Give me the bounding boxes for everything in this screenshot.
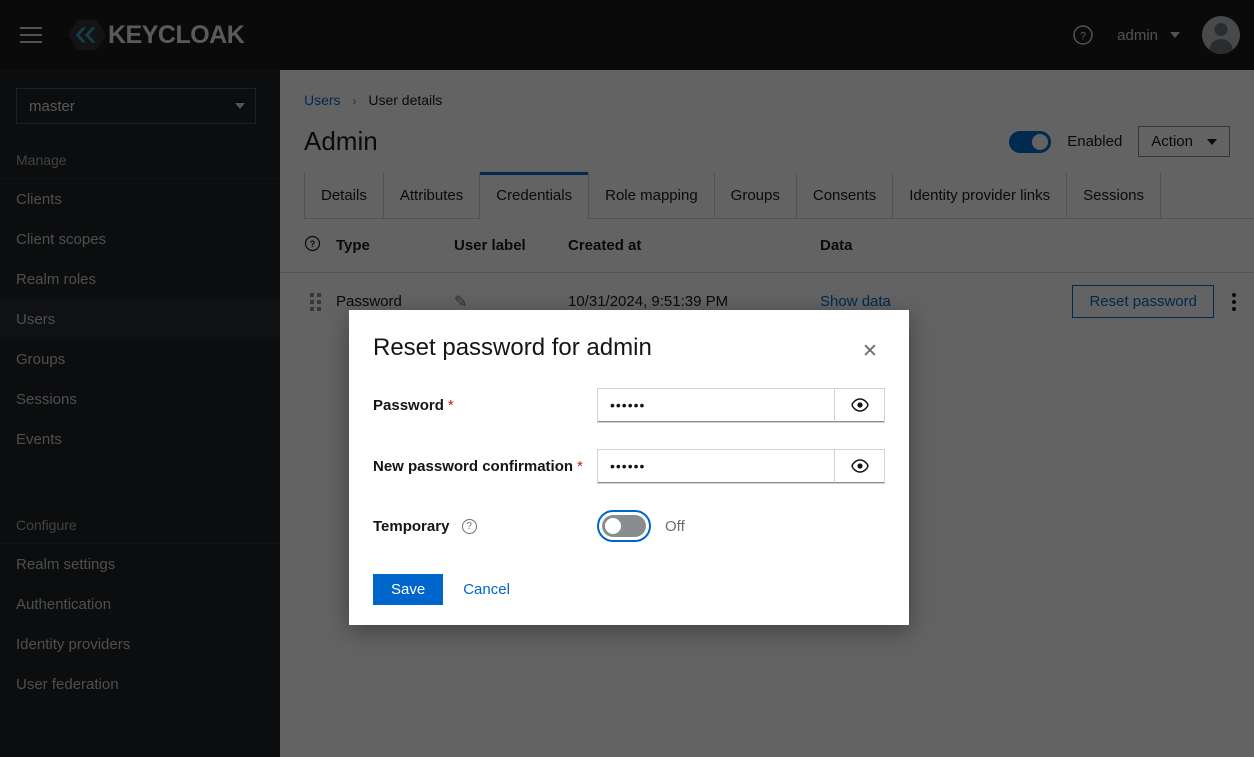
password-input[interactable]: [598, 389, 834, 422]
required-asterisk: *: [577, 458, 583, 475]
confirm-password-label-text: New password confirmation: [373, 458, 574, 475]
eye-icon[interactable]: [834, 450, 884, 483]
modal-title: Reset password for admin: [373, 334, 652, 361]
temporary-field-row: Temporary ? Off: [373, 510, 885, 542]
temporary-toggle-group: Off: [597, 510, 685, 542]
confirm-password-input-group: [597, 449, 885, 484]
eye-glyph: [850, 459, 869, 473]
temporary-label-text: Temporary: [373, 517, 450, 535]
temporary-state-label: Off: [665, 517, 685, 535]
reset-password-modal: Reset password for admin ✕ Password* New…: [349, 310, 909, 625]
temporary-toggle[interactable]: [602, 515, 646, 537]
cancel-button[interactable]: Cancel: [453, 574, 520, 605]
help-circle-icon[interactable]: ?: [461, 519, 477, 535]
modal-footer: Save Cancel: [373, 574, 885, 605]
eye-glyph: [850, 398, 869, 412]
required-asterisk: *: [447, 397, 454, 414]
password-field-row: Password *: [373, 388, 885, 423]
save-button[interactable]: Save: [373, 574, 444, 605]
close-icon[interactable]: ✕: [857, 338, 883, 364]
confirm-password-input[interactable]: [598, 450, 834, 483]
password-label-text: Password: [373, 397, 444, 414]
temporary-toggle-focus-ring: [597, 510, 651, 542]
temporary-label: Temporary ?: [373, 518, 597, 535]
toggle-knob: [605, 518, 621, 534]
confirm-password-field-row: New password confirmation *: [373, 449, 885, 484]
password-input-group: [597, 388, 885, 423]
eye-icon[interactable]: [834, 389, 884, 422]
confirm-password-label: New password confirmation *: [373, 458, 597, 475]
password-label: Password *: [373, 397, 597, 414]
